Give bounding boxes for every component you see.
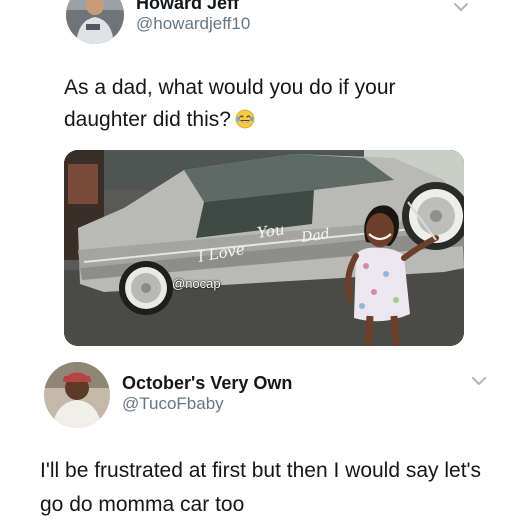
original-tweet-menu-chevron-icon[interactable]: [452, 0, 470, 16]
screenshot: Howard Jeff @howardjeff10 As a dad, what…: [0, 0, 526, 526]
car-writing-word-2: You: [256, 220, 286, 242]
tweet-media-photo[interactable]: I Love You Dad @nocap: [64, 150, 464, 346]
original-author-name[interactable]: Howard Jeff: [136, 0, 239, 13]
original-tweet-text: As a dad, what would you do if your daug…: [64, 72, 484, 136]
reply-tweet-menu-chevron-icon[interactable]: [470, 372, 488, 390]
media-watermark: @nocap: [172, 276, 221, 291]
howard-jeff-avatar[interactable]: [66, 0, 124, 44]
reply-tweet-text: I'll be frustrated at first but then I w…: [40, 459, 482, 516]
face-with-tears-of-joy-icon: [235, 109, 255, 129]
original-tweet-body: As a dad, what would you do if your daug…: [64, 76, 396, 131]
original-author-handle[interactable]: @howardjeff10: [136, 14, 250, 34]
reply-author-avatar[interactable]: [44, 362, 110, 428]
reply-author-handle[interactable]: @TucoFbaby: [122, 394, 224, 414]
reply-author-name[interactable]: October's Very Own: [122, 373, 292, 393]
